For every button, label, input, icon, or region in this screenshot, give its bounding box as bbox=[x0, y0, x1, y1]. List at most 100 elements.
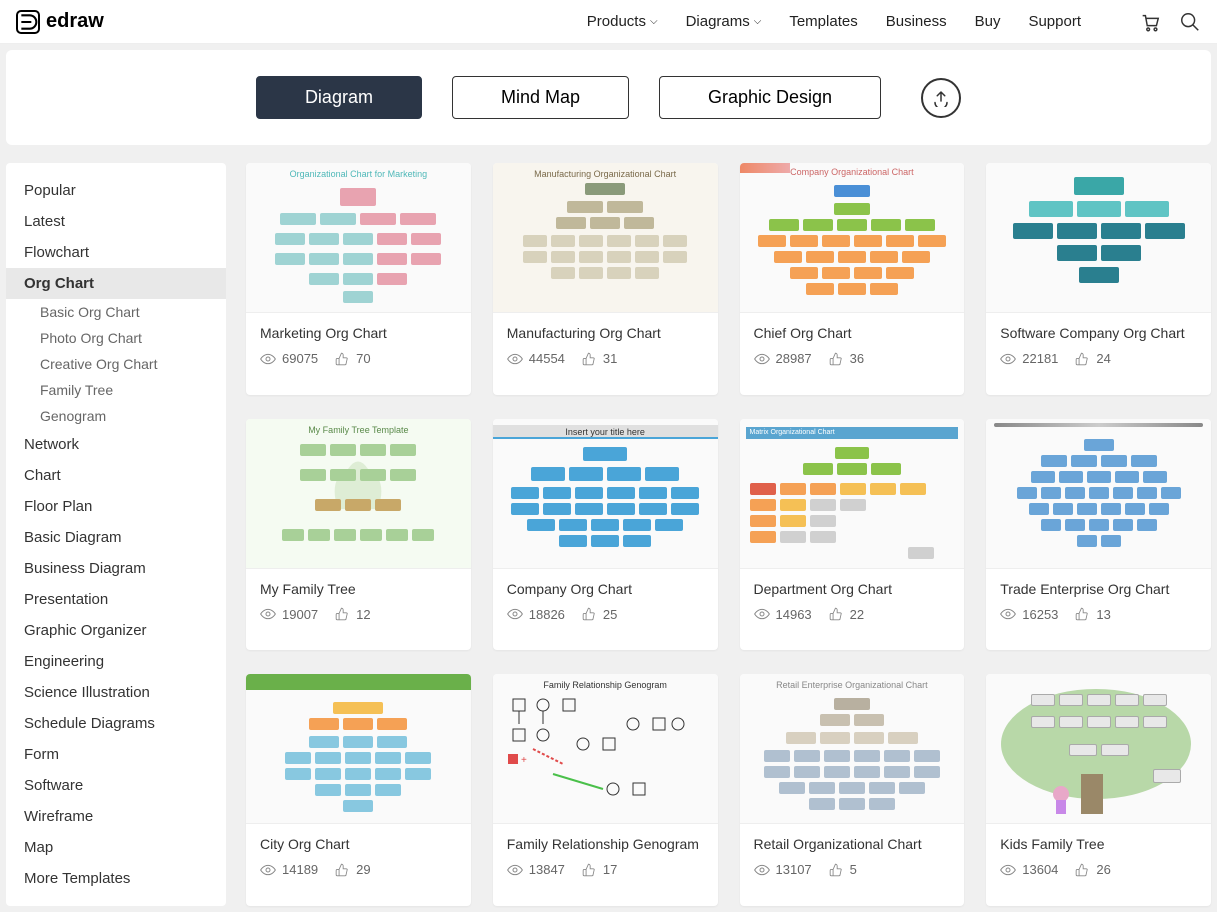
tab-diagram[interactable]: Diagram bbox=[256, 76, 422, 119]
logo[interactable]: edraw bbox=[16, 10, 104, 34]
template-thumbnail bbox=[986, 674, 1211, 824]
template-thumbnail: Organizational Chart for Marketing bbox=[246, 163, 471, 313]
template-card[interactable]: City Org Chart 14189 29 bbox=[246, 674, 471, 906]
sidebar-sub-photo[interactable]: Photo Org Chart bbox=[6, 325, 226, 351]
upload-icon bbox=[932, 89, 950, 107]
sidebar-item-software[interactable]: Software bbox=[6, 770, 226, 801]
template-thumbnail: Matrix Organizational Chart bbox=[740, 419, 965, 569]
template-card[interactable]: Manufacturing Organizational Chart Manuf… bbox=[493, 163, 718, 395]
sidebar-sub-genogram[interactable]: Genogram bbox=[6, 403, 226, 429]
sidebar-item-network[interactable]: Network bbox=[6, 429, 226, 460]
nav-support[interactable]: Support bbox=[1028, 13, 1081, 30]
sidebar-item-engineering[interactable]: Engineering bbox=[6, 646, 226, 677]
views-icon bbox=[507, 607, 523, 621]
sidebar-item-popular[interactable]: Popular bbox=[6, 175, 226, 206]
likes-count: 5 bbox=[850, 862, 857, 877]
category-tabs: Diagram Mind Map Graphic Design bbox=[6, 50, 1211, 145]
template-card[interactable]: Matrix Organizational Chart Department O… bbox=[740, 419, 965, 651]
views-icon bbox=[1000, 607, 1016, 621]
sidebar-item-graphicorganizer[interactable]: Graphic Organizer bbox=[6, 615, 226, 646]
logo-text: edraw bbox=[46, 10, 104, 33]
likes-count: 26 bbox=[1096, 862, 1110, 877]
template-card[interactable]: My Family Tree Template My Family Tree 1… bbox=[246, 419, 471, 651]
template-title: Retail Organizational Chart bbox=[754, 836, 951, 852]
sidebar-item-science[interactable]: Science Illustration bbox=[6, 677, 226, 708]
sidebar-item-more[interactable]: More Templates bbox=[6, 863, 226, 894]
likes-icon bbox=[334, 607, 350, 621]
template-grid: Organizational Chart for Marketing Marke… bbox=[246, 163, 1211, 906]
views-count: 44554 bbox=[529, 351, 565, 366]
likes-count: 13 bbox=[1096, 607, 1110, 622]
likes-icon bbox=[334, 863, 350, 877]
likes-icon bbox=[828, 352, 844, 366]
template-title: Marketing Org Chart bbox=[260, 325, 457, 341]
template-title: City Org Chart bbox=[260, 836, 457, 852]
template-card[interactable]: Software Company Org Chart 22181 24 bbox=[986, 163, 1211, 395]
sidebar-item-presentation[interactable]: Presentation bbox=[6, 584, 226, 615]
template-card[interactable]: Company Organizational Chart Chief Org C… bbox=[740, 163, 965, 395]
template-card[interactable]: Insert your title here Company Org Chart… bbox=[493, 419, 718, 651]
tab-mindmap[interactable]: Mind Map bbox=[452, 76, 629, 119]
likes-icon bbox=[828, 607, 844, 621]
sidebar-item-schedule[interactable]: Schedule Diagrams bbox=[6, 708, 226, 739]
search-icon[interactable] bbox=[1179, 11, 1201, 33]
top-header: edraw Products⌵ Diagrams⌵ Templates Busi… bbox=[0, 0, 1217, 44]
tab-graphicdesign[interactable]: Graphic Design bbox=[659, 76, 881, 119]
likes-count: 17 bbox=[603, 862, 617, 877]
template-title: Manufacturing Org Chart bbox=[507, 325, 704, 341]
sidebar-sub-basic[interactable]: Basic Org Chart bbox=[6, 299, 226, 325]
template-thumbnail bbox=[986, 163, 1211, 313]
template-card[interactable]: Retail Enterprise Organizational Chart R… bbox=[740, 674, 965, 906]
likes-count: 22 bbox=[850, 607, 864, 622]
sidebar-item-map[interactable]: Map bbox=[6, 832, 226, 863]
likes-icon bbox=[1074, 863, 1090, 877]
views-count: 28987 bbox=[776, 351, 812, 366]
views-icon bbox=[754, 352, 770, 366]
template-thumbnail: Insert your title here bbox=[493, 419, 718, 569]
views-icon bbox=[260, 607, 276, 621]
sidebar-sub-familytree[interactable]: Family Tree bbox=[6, 377, 226, 403]
template-card[interactable]: Organizational Chart for Marketing Marke… bbox=[246, 163, 471, 395]
share-button[interactable] bbox=[921, 78, 961, 118]
sidebar-item-flowchart[interactable]: Flowchart bbox=[6, 237, 226, 268]
views-count: 19007 bbox=[282, 607, 318, 622]
template-title: Company Org Chart bbox=[507, 581, 704, 597]
likes-count: 25 bbox=[603, 607, 617, 622]
views-count: 13107 bbox=[776, 862, 812, 877]
sidebar-item-floorplan[interactable]: Floor Plan bbox=[6, 491, 226, 522]
likes-count: 70 bbox=[356, 351, 370, 366]
template-card[interactable]: Kids Family Tree 13604 26 bbox=[986, 674, 1211, 906]
nav-templates[interactable]: Templates bbox=[789, 13, 857, 30]
template-title: Chief Org Chart bbox=[754, 325, 951, 341]
cart-icon[interactable] bbox=[1139, 11, 1161, 33]
sidebar-item-latest[interactable]: Latest bbox=[6, 206, 226, 237]
template-card[interactable]: Family Relationship Genogram + Family Re… bbox=[493, 674, 718, 906]
nav-business[interactable]: Business bbox=[886, 13, 947, 30]
template-title: My Family Tree bbox=[260, 581, 457, 597]
likes-icon bbox=[828, 863, 844, 877]
nav-diagrams[interactable]: Diagrams⌵ bbox=[686, 13, 762, 30]
views-count: 13847 bbox=[529, 862, 565, 877]
views-icon bbox=[507, 352, 523, 366]
sidebar-item-basicdiagram[interactable]: Basic Diagram bbox=[6, 522, 226, 553]
sidebar-item-wireframe[interactable]: Wireframe bbox=[6, 801, 226, 832]
sidebar-item-form[interactable]: Form bbox=[6, 739, 226, 770]
chevron-down-icon: ⌵ bbox=[754, 16, 762, 27]
likes-count: 36 bbox=[850, 351, 864, 366]
views-count: 69075 bbox=[282, 351, 318, 366]
nav-buy[interactable]: Buy bbox=[975, 13, 1001, 30]
likes-icon bbox=[334, 352, 350, 366]
sidebar-item-orgchart[interactable]: Org Chart bbox=[6, 268, 226, 299]
views-count: 16253 bbox=[1022, 607, 1058, 622]
template-title: Software Company Org Chart bbox=[1000, 325, 1197, 341]
template-title: Department Org Chart bbox=[754, 581, 951, 597]
sidebar-sub-creative[interactable]: Creative Org Chart bbox=[6, 351, 226, 377]
template-thumbnail: My Family Tree Template bbox=[246, 419, 471, 569]
template-title: Kids Family Tree bbox=[1000, 836, 1197, 852]
template-card[interactable]: Trade Enterprise Org Chart 16253 13 bbox=[986, 419, 1211, 651]
views-icon bbox=[507, 863, 523, 877]
sidebar-item-businessdiagram[interactable]: Business Diagram bbox=[6, 553, 226, 584]
nav-products[interactable]: Products⌵ bbox=[587, 13, 658, 30]
template-thumbnail bbox=[986, 419, 1211, 569]
sidebar-item-chart[interactable]: Chart bbox=[6, 460, 226, 491]
